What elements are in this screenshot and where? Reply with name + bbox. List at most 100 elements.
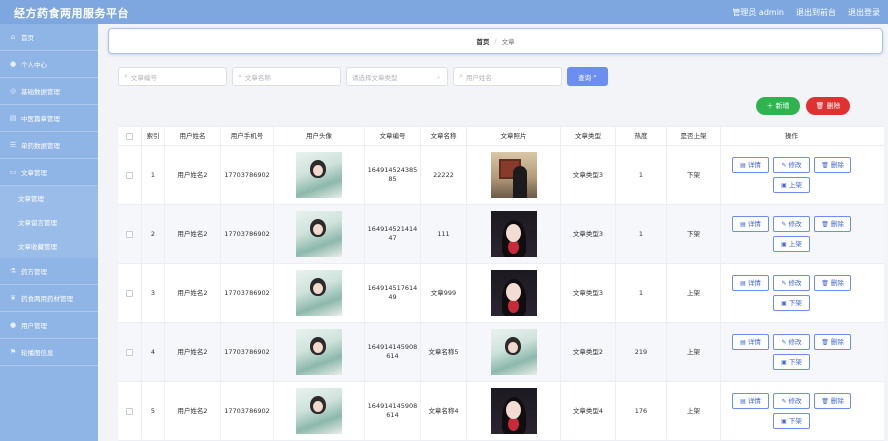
trash-icon: 🗑: [821, 161, 829, 170]
sidebar-item-single-drug[interactable]: ☰单药数据管理: [0, 132, 98, 159]
row-checkbox[interactable]: [126, 231, 133, 238]
article-photo-cell: [467, 382, 561, 440]
sidebar-item-profile[interactable]: ●个人中心: [0, 51, 98, 78]
logout-link[interactable]: 退出登录: [848, 7, 880, 18]
header-cell: 用户手机号: [221, 127, 274, 145]
detail-icon: ▤: [740, 397, 746, 406]
detail-icon: ▤: [740, 279, 746, 288]
sidebar-sub-article-manage[interactable]: 文章管理: [0, 186, 98, 210]
shelf-icon: ▣: [781, 417, 787, 426]
placeholder: 请选择文章类型: [352, 72, 398, 82]
edit-label: 修改: [789, 279, 802, 288]
detail-button[interactable]: ▤详情: [732, 157, 769, 173]
article-photo-cell: [467, 146, 561, 204]
detail-label: 详情: [748, 161, 761, 170]
article-type-cell: 文章类型3: [561, 264, 616, 322]
avatar-cell: [274, 323, 365, 381]
sidebar-item-prescriptions[interactable]: ⚗药方管理: [0, 258, 98, 285]
edit-button[interactable]: ✎修改: [773, 216, 810, 232]
toggle-label: 下架: [789, 358, 802, 367]
row-checkbox-cell: [118, 205, 142, 263]
status-cell: 下架: [667, 205, 721, 263]
toggle-shelf-button[interactable]: ▣上架: [773, 177, 810, 193]
trash-icon: 🗑: [821, 397, 829, 406]
row-checkbox[interactable]: [126, 172, 133, 179]
article-name-cell: 22222: [421, 146, 467, 204]
back-to-front-link[interactable]: 退出到前台: [796, 7, 836, 18]
row-actions: ▤详情✎修改🗑删除▣下架: [729, 393, 855, 429]
sidebar-item-articles[interactable]: ▭文章管理: [0, 159, 98, 186]
status-cell: 上架: [667, 382, 721, 440]
select-all-checkbox[interactable]: [126, 133, 133, 140]
delete-button[interactable]: 🗑删除: [814, 393, 851, 409]
delete-button[interactable]: 🗑删除: [814, 275, 851, 291]
table-row: 5用户姓名217703786902164914145908 614文章名称4文章…: [118, 382, 884, 441]
toggle-label: 上架: [789, 240, 802, 249]
sidebar-item-label: 首页: [21, 32, 34, 42]
row-checkbox[interactable]: [126, 290, 133, 297]
sidebar-item-label: 用户管理: [21, 320, 47, 330]
data-icon: ◎: [9, 87, 17, 95]
table-row: 4用户姓名217703786902164914145908 614文章名称5文章…: [118, 323, 884, 382]
book-icon: ▤: [9, 114, 17, 122]
article-type-select[interactable]: 请选择文章类型⌄: [346, 67, 448, 86]
edit-button[interactable]: ✎修改: [773, 157, 810, 173]
toggle-label: 下架: [789, 417, 802, 426]
detail-label: 详情: [748, 397, 761, 406]
sidebar-item-users[interactable]: ●用户管理: [0, 312, 98, 339]
toggle-shelf-button[interactable]: ▣下架: [773, 413, 810, 429]
detail-button[interactable]: ▤详情: [732, 275, 769, 291]
sidebar-item-carousel[interactable]: ⚑轮播图信息: [0, 339, 98, 366]
detail-label: 详情: [748, 220, 761, 229]
detail-button[interactable]: ▤详情: [732, 216, 769, 232]
sidebar-sub-article-favorites[interactable]: 文章收藏管理: [0, 234, 98, 258]
user-name-input[interactable]: ⌕用户姓名: [453, 67, 562, 86]
header-cell: 用户头像: [274, 127, 365, 145]
edit-icon: ✎: [781, 220, 786, 229]
toggle-shelf-button[interactable]: ▣上架: [773, 236, 810, 252]
sidebar-sub-article-comments[interactable]: 文章留言管理: [0, 210, 98, 234]
edit-icon: ✎: [781, 338, 786, 347]
sidebar-item-label: 基础数据管理: [21, 86, 60, 96]
sidebar-item-label: 轮播图信息: [21, 347, 54, 357]
article-no-input[interactable]: ⌕文章编号: [118, 67, 227, 86]
toggle-shelf-button[interactable]: ▣下架: [773, 354, 810, 370]
edit-button[interactable]: ✎修改: [773, 393, 810, 409]
detail-button[interactable]: ▤详情: [732, 393, 769, 409]
batch-delete-button[interactable]: 🗑删除: [806, 97, 850, 115]
sidebar-item-tcm-chapters[interactable]: ▤中医篇章管理: [0, 105, 98, 132]
delete-button-label: 删除: [826, 101, 840, 111]
header-checkbox-cell: [118, 127, 142, 145]
edit-button[interactable]: ✎修改: [773, 275, 810, 291]
row-checkbox[interactable]: [126, 349, 133, 356]
delete-button[interactable]: 🗑删除: [814, 216, 851, 232]
article-photo: [491, 152, 537, 198]
row-actions: ▤详情✎修改🗑删除▣下架: [729, 334, 855, 370]
add-button[interactable]: ＋新增: [756, 97, 800, 115]
sidebar-item-herbs[interactable]: ❦药食两用药材管理: [0, 285, 98, 312]
status-cell: 上架: [667, 323, 721, 381]
breadcrumb-home[interactable]: 首页: [476, 36, 489, 46]
edit-button[interactable]: ✎修改: [773, 334, 810, 350]
row-checkbox-cell: [118, 382, 142, 440]
detail-button[interactable]: ▤详情: [732, 334, 769, 350]
avatar-cell: [274, 382, 365, 440]
trash-icon: 🗑: [821, 338, 829, 347]
toggle-shelf-button[interactable]: ▣下架: [773, 295, 810, 311]
header-cell: 索引: [142, 127, 165, 145]
sidebar-item-base-data[interactable]: ◎ 基础数据管理: [0, 78, 98, 105]
avatar: [296, 152, 342, 198]
table-row: 3用户姓名217703786902164914517614 49文章999文章类…: [118, 264, 884, 323]
search-button[interactable]: 查询 ⌕: [567, 67, 608, 86]
detail-label: 详情: [748, 279, 761, 288]
delete-button[interactable]: 🗑删除: [814, 334, 851, 350]
article-name-input[interactable]: ⌕文章名称: [232, 67, 341, 86]
heat-cell: 176: [616, 382, 667, 440]
sidebar-item-home[interactable]: ⌂ 首页: [0, 24, 98, 51]
article-photo: [491, 329, 537, 375]
home-icon: ⌂: [9, 33, 17, 41]
row-checkbox[interactable]: [126, 408, 133, 415]
edit-icon: ✎: [781, 279, 786, 288]
delete-button[interactable]: 🗑删除: [814, 157, 851, 173]
sidebar-item-label: 药方管理: [21, 266, 47, 276]
